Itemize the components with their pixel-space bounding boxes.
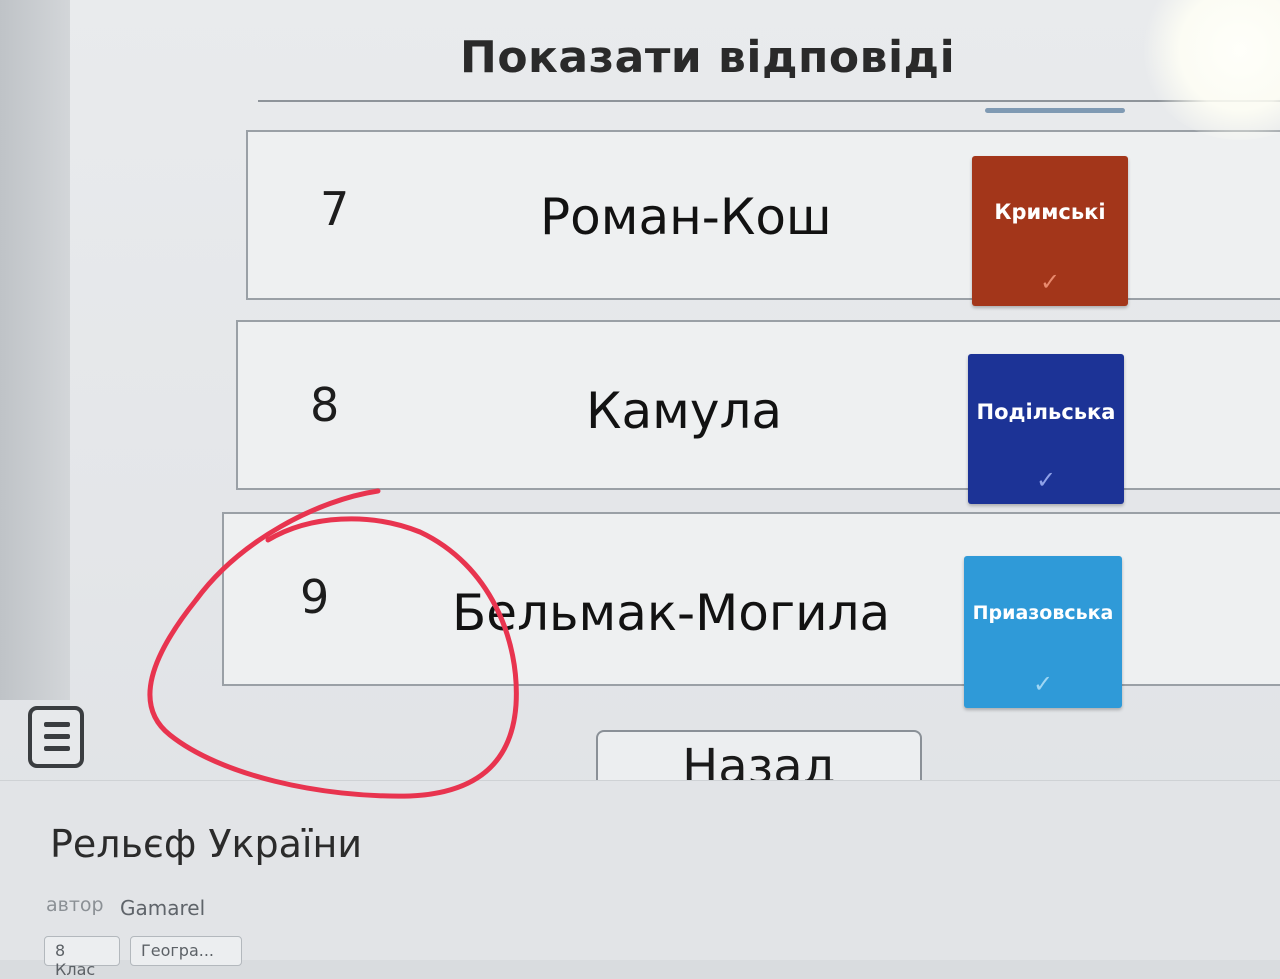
menu-bar — [44, 734, 70, 739]
monitor-bezel — [0, 0, 70, 700]
tag-grade[interactable]: 8 Клас — [44, 936, 120, 979]
activity-info — [0, 780, 1280, 960]
title-divider — [258, 100, 1280, 102]
answer-tile-pryazovska[interactable]: Приазовська ✓ — [964, 556, 1122, 708]
tile-label: Подільська — [976, 400, 1116, 424]
check-icon: ✓ — [1032, 670, 1054, 698]
author-label: автор — [46, 894, 104, 916]
author-link[interactable]: Gamarel — [120, 896, 205, 920]
tag-subject[interactable]: Геогра... — [130, 936, 242, 966]
row-number: 7 — [320, 182, 350, 236]
page-title: Показати відповіді — [460, 32, 956, 83]
screen-glare — [1140, 0, 1280, 140]
tile-label: Приазовська — [972, 602, 1114, 624]
menu-bar — [44, 722, 70, 727]
check-icon: ✓ — [1039, 268, 1061, 296]
row-name: Бельмак-Могила — [452, 584, 891, 642]
tile-label: Кримські — [994, 200, 1106, 224]
row-name: Роман-Кош — [540, 188, 832, 246]
scrollbar-thumb[interactable] — [985, 108, 1125, 113]
activity-title[interactable]: Рельєф України — [50, 822, 362, 866]
answer-tile-podilska[interactable]: Подільська ✓ — [968, 354, 1124, 504]
menu-bar — [44, 746, 70, 751]
answer-tile-krymski[interactable]: Кримські ✓ — [972, 156, 1128, 306]
row-number: 9 — [300, 570, 330, 624]
hamburger-menu-icon[interactable] — [28, 706, 84, 768]
row-number: 8 — [310, 378, 340, 432]
row-name: Камула — [586, 382, 783, 440]
check-icon: ✓ — [1035, 466, 1057, 494]
screen: Показати відповіді 7 Роман-Кош Кримські … — [0, 0, 1280, 979]
